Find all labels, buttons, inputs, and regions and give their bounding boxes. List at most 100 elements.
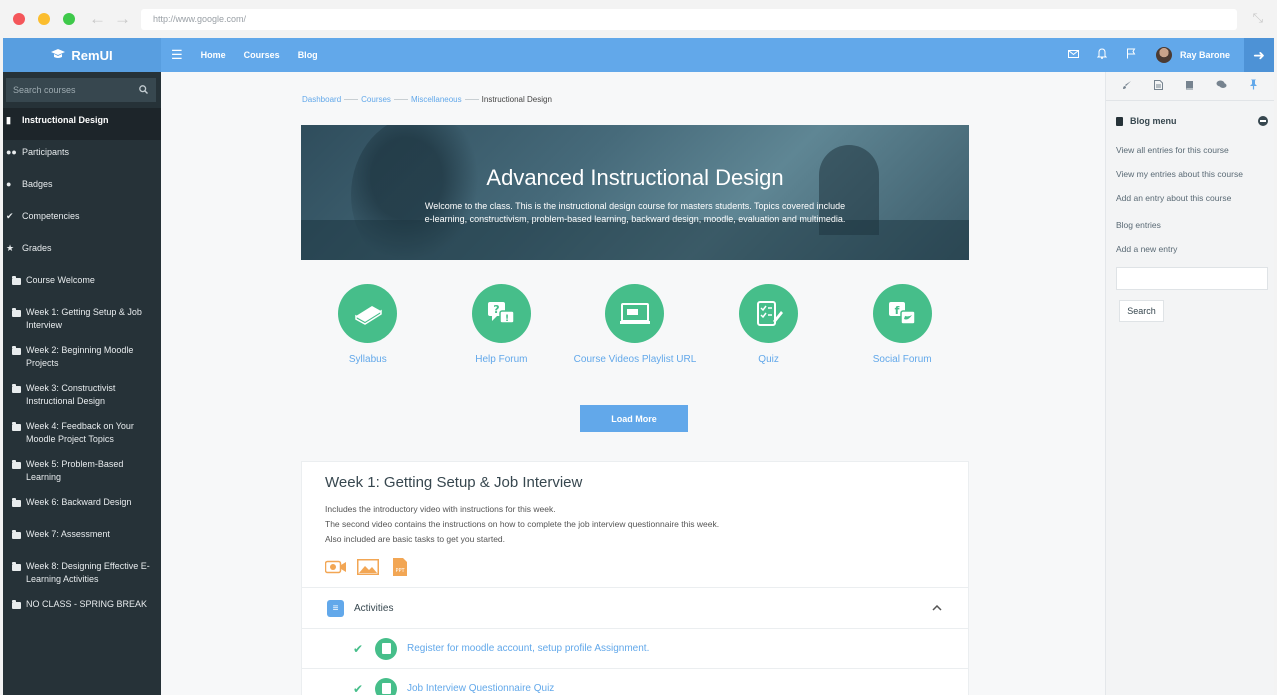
pin-icon[interactable] (1249, 79, 1258, 93)
breadcrumb-miscellaneous[interactable]: Miscellaneous (411, 95, 462, 104)
blog-search-input[interactable] (1116, 267, 1268, 290)
quick-link-help-forum[interactable]: ?! Help Forum (435, 284, 569, 374)
sidebar-item-week-3[interactable]: Week 3: Constructivist Instructional Des… (3, 376, 161, 414)
sidebar-item-instructional-design[interactable]: ▮ Instructional Design (3, 108, 161, 140)
search-courses-input[interactable]: Search courses (6, 78, 156, 102)
svg-text:PPT: PPT (395, 568, 405, 574)
link-add-new-entry[interactable]: Add a new entry (1106, 243, 1274, 255)
sidebar-item-week-4[interactable]: Week 4: Feedback on Your Moodle Project … (3, 414, 161, 452)
sidebar-item-week-6[interactable]: Week 6: Backward Design (3, 490, 161, 522)
folder-icon (12, 420, 24, 433)
activity-link[interactable]: Job Interview Questionnaire Quiz (407, 683, 554, 694)
right-sidebar: Blog menu View all entries for this cour… (1105, 72, 1274, 695)
breadcrumb-courses[interactable]: Courses (361, 95, 391, 104)
link-blog-entries[interactable]: Blog entries (1106, 219, 1274, 231)
sidebar-item-week-8[interactable]: Week 8: Designing Effective E-Learning A… (3, 554, 161, 592)
badge-icon: ● (6, 179, 12, 189)
url-bar[interactable]: http://www.google.com/ (141, 9, 1237, 30)
folder-icon (12, 560, 24, 573)
sidebar-item-label: Week 7: Assessment (26, 529, 110, 539)
flag-icon[interactable] (1117, 48, 1146, 62)
book-icon[interactable] (1185, 80, 1194, 93)
back-arrow-icon[interactable]: ← (89, 10, 106, 28)
sidebar-item-participants[interactable]: ●● Participants (3, 140, 161, 172)
sidebar-item-spring-break[interactable]: NO CLASS - SPRING BREAK (3, 592, 161, 624)
maximize-window-button[interactable] (63, 13, 75, 25)
activity-link[interactable]: Register for moodle account, setup profi… (407, 643, 649, 654)
graduation-cap-icon (51, 48, 66, 62)
sidebar-item-week-7[interactable]: Week 7: Assessment (3, 522, 161, 554)
minimize-window-button[interactable] (38, 13, 50, 25)
folder-icon (12, 528, 24, 541)
blog-book-icon (1116, 116, 1123, 126)
sidebar-item-label: Week 4: Feedback on Your Moodle Project … (26, 421, 134, 444)
folder-icon (12, 306, 24, 319)
folder-icon (12, 344, 24, 357)
expand-icon[interactable]: ⤡ (1253, 10, 1263, 26)
load-more-button[interactable]: Load More (580, 405, 688, 432)
quick-link-quiz[interactable]: Quiz (702, 284, 836, 374)
brush-icon[interactable] (1122, 80, 1132, 93)
link-view-all-entries[interactable]: View all entries for this course (1106, 144, 1274, 156)
close-window-button[interactable] (13, 13, 25, 25)
bell-icon[interactable] (1088, 48, 1117, 62)
sidebar-item-week-2[interactable]: Week 2: Beginning Moodle Projects (3, 338, 161, 376)
sidebar-item-label: Competencies (22, 211, 80, 221)
sidebar-item-label: Week 6: Backward Design (26, 497, 132, 507)
top-nav: ☰ Home Courses Blog (171, 38, 318, 72)
nav-home[interactable]: Home (201, 50, 226, 60)
help-chat-icon: ?! (471, 284, 531, 343)
blog-search-button[interactable]: Search (1119, 300, 1164, 322)
quick-link-syllabus[interactable]: Syllabus (301, 284, 435, 374)
section-line: Also included are basic tasks to get you… (325, 534, 506, 544)
section-header: Week 1: Getting Setup & Job Interview In… (302, 462, 968, 588)
nav-courses[interactable]: Courses (244, 50, 280, 60)
sidebar-item-grades[interactable]: ★ Grades (3, 236, 161, 268)
quick-link-social-forum[interactable]: f Social Forum (835, 284, 969, 374)
hamburger-menu-icon[interactable]: ☰ (171, 47, 183, 63)
completion-check-icon[interactable]: ✔ (353, 642, 375, 656)
sidebar-item-week-5[interactable]: Week 5: Problem-Based Learning (3, 452, 161, 490)
folder-icon (12, 598, 24, 611)
right-sidebar-toggle-icon[interactable]: ➜ (1244, 38, 1274, 72)
chat-icon[interactable] (1216, 80, 1227, 92)
mail-icon[interactable] (1059, 49, 1088, 61)
book-icon: ▮ (6, 115, 11, 125)
link-view-my-entries[interactable]: View my entries about this course (1106, 168, 1274, 180)
search-placeholder: Search courses (13, 85, 76, 95)
sidebar-item-week-1[interactable]: Week 1: Getting Setup & Job Interview (3, 300, 161, 338)
sidebar-item-competencies[interactable]: ✔ Competencies (3, 204, 161, 236)
course-summary: Welcome to the class. This is the instru… (424, 201, 846, 224)
section-description: Includes the introductory video with ins… (325, 502, 945, 547)
folder-icon (12, 382, 24, 395)
chevron-up-icon[interactable] (932, 603, 942, 614)
top-navbar: RemUI ☰ Home Courses Blog Ray Barone ➜ (3, 38, 1274, 72)
sidebar-item-label: Week 2: Beginning Moodle Projects (26, 345, 134, 368)
section-line: Includes the introductory video with ins… (325, 504, 556, 514)
sidebar-item-badges[interactable]: ● Badges (3, 172, 161, 204)
forward-arrow-icon[interactable]: → (114, 10, 131, 28)
course-title: Advanced Instructional Design (486, 165, 784, 190)
sidebar-item-course-welcome[interactable]: Course Welcome (3, 268, 161, 300)
breadcrumb-dashboard[interactable]: Dashboard (302, 95, 341, 104)
ppt-file-icon[interactable]: PPT (389, 558, 411, 576)
nav-blog[interactable]: Blog (298, 50, 318, 60)
video-file-icon[interactable] (325, 558, 347, 576)
document-icon[interactable] (1154, 79, 1163, 93)
sidebar-item-label: Participants (22, 147, 70, 157)
breadcrumb: Dashboard Courses Miscellaneous Instruct… (302, 95, 552, 104)
user-menu[interactable]: Ray Barone (1146, 47, 1244, 63)
collapse-block-icon[interactable] (1258, 116, 1268, 126)
quick-link-label: Syllabus (348, 354, 387, 365)
quick-link-course-videos[interactable]: Course Videos Playlist URL (568, 284, 702, 374)
brand-logo[interactable]: RemUI (3, 38, 161, 72)
link-add-entry-course[interactable]: Add an entry about this course (1106, 192, 1274, 204)
hero-background-desk (301, 220, 969, 260)
activities-header[interactable]: ≡ Activities (302, 588, 968, 629)
sidebar-item-label: Week 1: Getting Setup & Job Interview (26, 307, 142, 330)
book-icon (338, 284, 398, 343)
breadcrumb-separator (393, 99, 408, 100)
search-icon[interactable] (139, 84, 148, 96)
image-file-icon[interactable] (357, 558, 379, 576)
completion-check-icon[interactable]: ✔ (353, 682, 375, 695)
